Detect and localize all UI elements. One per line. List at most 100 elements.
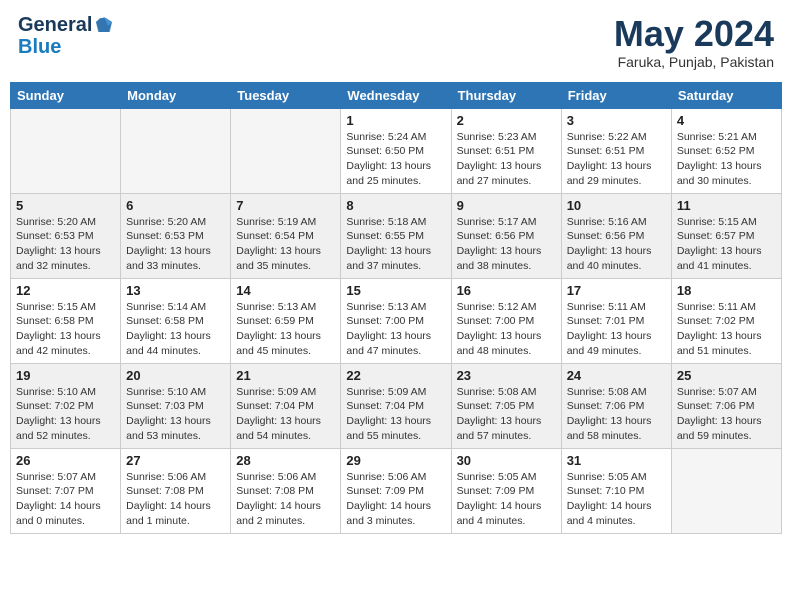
- calendar-day: 30 Sunrise: 5:05 AMSunset: 7:09 PMDayligh…: [451, 448, 561, 533]
- day-info: Sunrise: 5:09 AMSunset: 7:04 PMDaylight:…: [236, 385, 335, 444]
- logo-icon: [93, 14, 115, 36]
- calendar-day: 9 Sunrise: 5:17 AMSunset: 6:56 PMDaylight…: [451, 193, 561, 278]
- calendar-day: 17Sunrise: 5:11 AMSunset: 7:01 PMDayligh…: [561, 278, 671, 363]
- day-number: 8: [346, 198, 445, 213]
- day-info: Sunrise: 5:05 AMSunset: 7:10 PMDaylight:…: [567, 470, 666, 529]
- day-number: 4: [677, 113, 776, 128]
- day-number: 23: [457, 368, 556, 383]
- calendar-day: 31 Sunrise: 5:05 AMSunset: 7:10 PMDayligh…: [561, 448, 671, 533]
- calendar-day: 21 Sunrise: 5:09 AMSunset: 7:04 PMDayligh…: [231, 363, 341, 448]
- day-number: 26: [16, 453, 115, 468]
- calendar-week-row: 1Sunrise: 5:24 AMSunset: 6:50 PMDaylight…: [11, 108, 782, 193]
- weekday-header-saturday: Saturday: [671, 82, 781, 108]
- day-info: Sunrise: 5:18 AMSunset: 6:55 PMDaylight:…: [346, 215, 445, 274]
- day-info: Sunrise: 5:09 AMSunset: 7:04 PMDaylight:…: [346, 385, 445, 444]
- calendar-day: 18Sunrise: 5:11 AMSunset: 7:02 PMDayligh…: [671, 278, 781, 363]
- calendar-day: 6 Sunrise: 5:20 AMSunset: 6:53 PMDaylight…: [121, 193, 231, 278]
- calendar-day: 8 Sunrise: 5:18 AMSunset: 6:55 PMDaylight…: [341, 193, 451, 278]
- day-info: Sunrise: 5:12 AMSunset: 7:00 PMDaylight:…: [457, 300, 556, 359]
- calendar-day: 22 Sunrise: 5:09 AMSunset: 7:04 PMDayligh…: [341, 363, 451, 448]
- calendar-week-row: 19 Sunrise: 5:10 AMSunset: 7:02 PMDayligh…: [11, 363, 782, 448]
- day-info: Sunrise: 5:13 AMSunset: 7:00 PMDaylight:…: [346, 300, 445, 359]
- weekday-header-sunday: Sunday: [11, 82, 121, 108]
- day-info: Sunrise: 5:06 AMSunset: 7:09 PMDaylight:…: [346, 470, 445, 529]
- day-info: Sunrise: 5:17 AMSunset: 6:56 PMDaylight:…: [457, 215, 556, 274]
- calendar-day: 11 Sunrise: 5:15 AMSunset: 6:57 PMDayligh…: [671, 193, 781, 278]
- day-number: 12: [16, 283, 115, 298]
- day-info: Sunrise: 5:07 AMSunset: 7:06 PMDaylight:…: [677, 385, 776, 444]
- day-info: Sunrise: 5:16 AMSunset: 6:56 PMDaylight:…: [567, 215, 666, 274]
- day-number: 20: [126, 368, 225, 383]
- calendar-day: 3 Sunrise: 5:22 AMSunset: 6:51 PMDaylight…: [561, 108, 671, 193]
- day-info: Sunrise: 5:13 AMSunset: 6:59 PMDaylight:…: [236, 300, 335, 359]
- day-number: 11: [677, 198, 776, 213]
- calendar-day: 29Sunrise: 5:06 AMSunset: 7:09 PMDayligh…: [341, 448, 451, 533]
- location: Faruka, Punjab, Pakistan: [614, 54, 774, 70]
- calendar-day: 25Sunrise: 5:07 AMSunset: 7:06 PMDayligh…: [671, 363, 781, 448]
- day-number: 22: [346, 368, 445, 383]
- day-number: 5: [16, 198, 115, 213]
- calendar-day: 12 Sunrise: 5:15 AMSunset: 6:58 PMDayligh…: [11, 278, 121, 363]
- day-number: 9: [457, 198, 556, 213]
- weekday-header-friday: Friday: [561, 82, 671, 108]
- day-info: Sunrise: 5:22 AMSunset: 6:51 PMDaylight:…: [567, 130, 666, 189]
- day-number: 15: [346, 283, 445, 298]
- calendar-day: 24 Sunrise: 5:08 AMSunset: 7:06 PMDayligh…: [561, 363, 671, 448]
- day-number: 19: [16, 368, 115, 383]
- day-info: Sunrise: 5:20 AMSunset: 6:53 PMDaylight:…: [16, 215, 115, 274]
- day-info: Sunrise: 5:08 AMSunset: 7:06 PMDaylight:…: [567, 385, 666, 444]
- day-info: Sunrise: 5:14 AMSunset: 6:58 PMDaylight:…: [126, 300, 225, 359]
- calendar-day: 28 Sunrise: 5:06 AMSunset: 7:08 PMDayligh…: [231, 448, 341, 533]
- day-number: 7: [236, 198, 335, 213]
- calendar-day: 5 Sunrise: 5:20 AMSunset: 6:53 PMDaylight…: [11, 193, 121, 278]
- day-info: Sunrise: 5:08 AMSunset: 7:05 PMDaylight:…: [457, 385, 556, 444]
- day-number: 28: [236, 453, 335, 468]
- weekday-header-tuesday: Tuesday: [231, 82, 341, 108]
- calendar-day: 1Sunrise: 5:24 AMSunset: 6:50 PMDaylight…: [341, 108, 451, 193]
- calendar-day: 10Sunrise: 5:16 AMSunset: 6:56 PMDayligh…: [561, 193, 671, 278]
- calendar-day: 20 Sunrise: 5:10 AMSunset: 7:03 PMDayligh…: [121, 363, 231, 448]
- calendar-day: 2Sunrise: 5:23 AMSunset: 6:51 PMDaylight…: [451, 108, 561, 193]
- day-info: Sunrise: 5:07 AMSunset: 7:07 PMDaylight:…: [16, 470, 115, 529]
- day-info: Sunrise: 5:20 AMSunset: 6:53 PMDaylight:…: [126, 215, 225, 274]
- day-number: 6: [126, 198, 225, 213]
- weekday-header-monday: Monday: [121, 82, 231, 108]
- day-info: Sunrise: 5:19 AMSunset: 6:54 PMDaylight:…: [236, 215, 335, 274]
- calendar-day: 14 Sunrise: 5:13 AMSunset: 6:59 PMDayligh…: [231, 278, 341, 363]
- calendar-day: 7 Sunrise: 5:19 AMSunset: 6:54 PMDaylight…: [231, 193, 341, 278]
- month-title: May 2024: [614, 14, 774, 54]
- logo-general: General: [18, 14, 92, 36]
- calendar-day: [231, 108, 341, 193]
- day-number: 27: [126, 453, 225, 468]
- day-number: 14: [236, 283, 335, 298]
- day-number: 1: [346, 113, 445, 128]
- day-number: 21: [236, 368, 335, 383]
- day-info: Sunrise: 5:10 AMSunset: 7:03 PMDaylight:…: [126, 385, 225, 444]
- day-info: Sunrise: 5:15 AMSunset: 6:57 PMDaylight:…: [677, 215, 776, 274]
- weekday-header-wednesday: Wednesday: [341, 82, 451, 108]
- day-number: 3: [567, 113, 666, 128]
- calendar-day: 13Sunrise: 5:14 AMSunset: 6:58 PMDayligh…: [121, 278, 231, 363]
- calendar-table: SundayMondayTuesdayWednesdayThursdayFrid…: [10, 82, 782, 534]
- calendar-day: 26 Sunrise: 5:07 AMSunset: 7:07 PMDayligh…: [11, 448, 121, 533]
- day-number: 2: [457, 113, 556, 128]
- weekday-header-thursday: Thursday: [451, 82, 561, 108]
- calendar-day: 19 Sunrise: 5:10 AMSunset: 7:02 PMDayligh…: [11, 363, 121, 448]
- logo-blue: Blue: [18, 36, 61, 58]
- day-info: Sunrise: 5:06 AMSunset: 7:08 PMDaylight:…: [236, 470, 335, 529]
- calendar-day: 15 Sunrise: 5:13 AMSunset: 7:00 PMDayligh…: [341, 278, 451, 363]
- day-info: Sunrise: 5:15 AMSunset: 6:58 PMDaylight:…: [16, 300, 115, 359]
- day-info: Sunrise: 5:06 AMSunset: 7:08 PMDaylight:…: [126, 470, 225, 529]
- day-number: 24: [567, 368, 666, 383]
- day-number: 30: [457, 453, 556, 468]
- calendar-day: 23 Sunrise: 5:08 AMSunset: 7:05 PMDayligh…: [451, 363, 561, 448]
- title-area: May 2024 Faruka, Punjab, Pakistan: [614, 14, 774, 70]
- day-info: Sunrise: 5:05 AMSunset: 7:09 PMDaylight:…: [457, 470, 556, 529]
- day-number: 31: [567, 453, 666, 468]
- calendar-day: [671, 448, 781, 533]
- calendar-week-row: 12 Sunrise: 5:15 AMSunset: 6:58 PMDayligh…: [11, 278, 782, 363]
- day-info: Sunrise: 5:10 AMSunset: 7:02 PMDaylight:…: [16, 385, 115, 444]
- calendar-day: 16Sunrise: 5:12 AMSunset: 7:00 PMDayligh…: [451, 278, 561, 363]
- calendar-day: [11, 108, 121, 193]
- logo: General Blue: [18, 14, 115, 58]
